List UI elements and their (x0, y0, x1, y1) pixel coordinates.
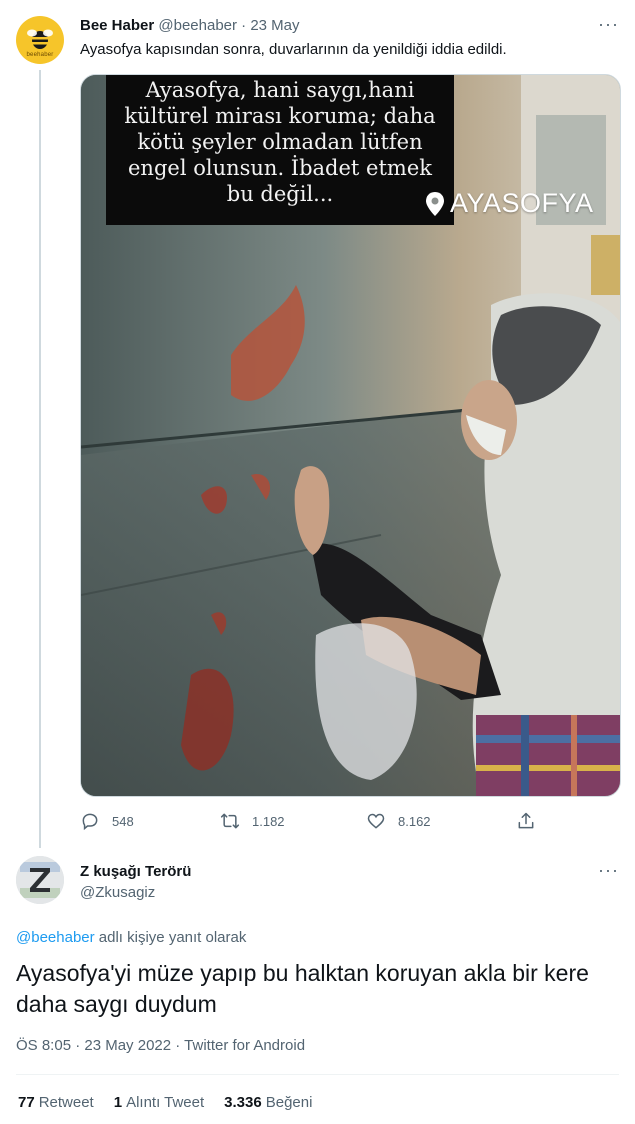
location-pin-icon (426, 191, 444, 216)
like-stat-count: 3.336 (224, 1094, 262, 1111)
reply-stats-bar: 77 Retweet 1 Alıntı Tweet 3.336 Beğeni (18, 1093, 312, 1113)
avatar-brand-text: beehaber (26, 51, 54, 58)
parent-tweet-header: Bee Haber @beehaber · 23 May (80, 16, 300, 36)
avatar-image (16, 856, 64, 904)
parent-tweet-text: Ayasofya kapısından sonra, duvarlarının … (80, 41, 507, 58)
more-icon[interactable]: ··· (598, 14, 619, 35)
parent-author-name[interactable]: Bee Haber (80, 17, 154, 34)
retweet-icon (220, 813, 240, 829)
divider (16, 1074, 619, 1075)
reply-author-name[interactable]: Z kuşağı Terörü (80, 862, 191, 882)
bee-logo-icon (27, 29, 53, 49)
like-icon (367, 813, 385, 829)
media-caption-overlay: Ayasofya, hani saygı,hani kültürel miras… (106, 75, 454, 225)
caption-line: engel olunsun. İbadet etmek (128, 156, 432, 180)
replying-to-line: @beehaber adlı kişiye yanıt olarak (16, 928, 246, 948)
retweet-stat-count: 77 (18, 1094, 35, 1111)
thread-connector-line (39, 70, 41, 848)
caption-line: bu değil... (226, 182, 334, 206)
location-tag: AYASOFYA (424, 188, 594, 219)
more-icon[interactable]: ··· (598, 860, 619, 881)
reply-count: 548 (112, 813, 134, 829)
like-stat[interactable]: 3.336 Beğeni (224, 1093, 312, 1113)
share-action[interactable] (516, 811, 536, 831)
bee-haber-avatar[interactable]: beehaber (16, 16, 64, 64)
z-kusagi-avatar[interactable] (16, 856, 64, 904)
retweet-action[interactable]: 1.182 (220, 811, 285, 831)
like-count: 8.162 (398, 813, 431, 829)
reply-author-handle[interactable]: @Zkusagiz (80, 883, 155, 903)
share-icon (518, 812, 534, 829)
replying-to-suffix: adlı kişiye yanıt olarak (94, 929, 247, 946)
reply-tweet-text: Ayasofya'yi müze yapıp bu halktan koruya… (16, 960, 589, 1017)
retweet-stat-label: Retweet (38, 1094, 94, 1111)
retweet-stat[interactable]: 77 Retweet (18, 1093, 94, 1113)
tweet-media-image[interactable]: Ayasofya, hani saygı,hani kültürel miras… (80, 74, 621, 797)
reply-action[interactable]: 548 (80, 811, 134, 831)
location-tag-label: AYASOFYA (450, 188, 594, 218)
reply-icon (82, 813, 98, 831)
tweet-actions-bar: 548 1.182 8.162 (80, 808, 550, 834)
like-action[interactable]: 8.162 (366, 811, 431, 831)
caption-line: kültürel mirası koruma; daha (124, 104, 436, 128)
quote-stat-count: 1 (113, 1094, 123, 1111)
caption-line: kötü şeyler olmadan lütfen (137, 130, 423, 154)
retweet-count: 1.182 (252, 813, 285, 829)
caption-line: Ayasofya, hani saygı,hani (145, 78, 415, 102)
quote-stat-label: Alıntı Tweet (126, 1094, 205, 1111)
like-stat-label: Beğeni (265, 1094, 313, 1111)
parent-tweet[interactable]: beehaber Bee Haber @beehaber · 23 May ··… (0, 0, 635, 848)
parent-handle-date[interactable]: @beehaber · 23 May (158, 17, 299, 34)
reply-timestamp[interactable]: ÖS 8:05 · 23 May 2022 · Twitter for Andr… (16, 1036, 305, 1056)
replying-to-mention[interactable]: @beehaber (16, 929, 95, 946)
quote-stat[interactable]: 1 Alıntı Tweet (114, 1093, 204, 1113)
